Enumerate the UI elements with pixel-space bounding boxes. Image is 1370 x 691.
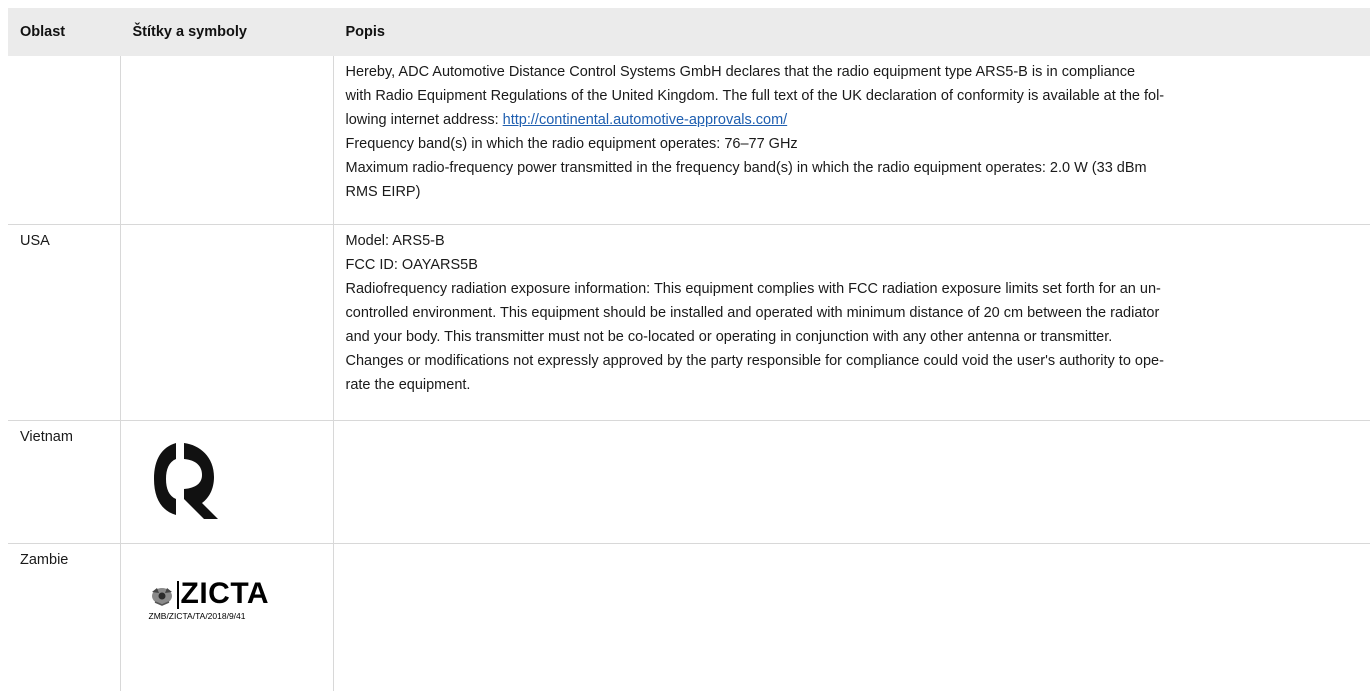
description-line: Hereby, ADC Automotive Distance Control … [345, 64, 1136, 80]
approvals-link[interactable]: http://continental.automotive-approvals.… [503, 112, 788, 128]
zicta-logo: ZICTA ZMB/ZICTA/TA/2018/9/41 [148, 577, 289, 624]
symbol-cell [119, 224, 333, 421]
description-line: rate the equipment. [345, 377, 471, 393]
description-line: Maximum radio-frequency power transmitte… [345, 160, 1147, 176]
description-line: lowing internet address: http://continen… [346, 108, 1359, 132]
description-line: with Radio Equipment Regulations of the … [345, 88, 1165, 104]
header-labels-symbols: Štítky a symboly [119, 8, 333, 56]
description-text: lowing internet address: [345, 112, 503, 128]
zicta-approval-code: ZMB/ZICTA/TA/2018/9/41 [148, 611, 246, 621]
table-row-zambia: Zambie ZICTA ZMB/ZICTA/TA/2018/9/41 [8, 543, 1370, 691]
description-cell: Hereby, ADC Automotive Distance Control … [332, 56, 1370, 225]
description-line: Changes or modifications not expressly a… [345, 353, 1164, 369]
zicta-emblem-icon [151, 588, 172, 606]
description-line: and your body. This transmitter must not… [345, 329, 1113, 345]
table-row-usa: USA Model: ARS5-B FCC ID: OAYARS5B Radio… [8, 224, 1370, 421]
symbol-cell [119, 56, 333, 225]
description-cell [332, 543, 1370, 691]
table-row-uk: Hereby, ADC Automotive Distance Control … [8, 56, 1370, 225]
table-header: Oblast Štítky a symboly Popis [8, 8, 1370, 56]
region-cell: USA [8, 224, 120, 421]
symbol-cell: ZICTA ZMB/ZICTA/TA/2018/9/41 [119, 543, 333, 691]
description-line: Radiofrequency radiation exposure inform… [345, 281, 1161, 297]
regulatory-compliance-table: Oblast Štítky a symboly Popis Hereby, AD… [8, 8, 1370, 691]
cr-conformity-mark-icon [153, 443, 218, 519]
description-line: controlled environment. This equipment s… [345, 305, 1160, 321]
document-page: Oblast Štítky a symboly Popis Hereby, AD… [0, 0, 1370, 691]
header-description: Popis [332, 8, 1370, 56]
zicta-divider [176, 581, 179, 609]
description-cell: Model: ARS5-B FCC ID: OAYARS5B Radiofreq… [332, 224, 1370, 421]
description-line: Frequency band(s) in which the radio equ… [345, 136, 798, 152]
header-row: Oblast Štítky a symboly Popis [8, 8, 1370, 56]
description-line: RMS EIRP) [345, 184, 421, 200]
symbol-cell [119, 420, 333, 544]
region-cell: Zambie [20, 552, 69, 568]
region-cell [8, 56, 120, 225]
region-cell: Vietnam [8, 420, 120, 544]
description-line: Model: ARS5-B [345, 233, 445, 249]
header-region: Oblast [8, 8, 120, 56]
table-row-vietnam: Vietnam [8, 420, 1370, 544]
zicta-wordmark: ZICTA [180, 577, 270, 610]
description-line: FCC ID: OAYARS5B [345, 257, 478, 273]
description-cell [332, 420, 1370, 544]
